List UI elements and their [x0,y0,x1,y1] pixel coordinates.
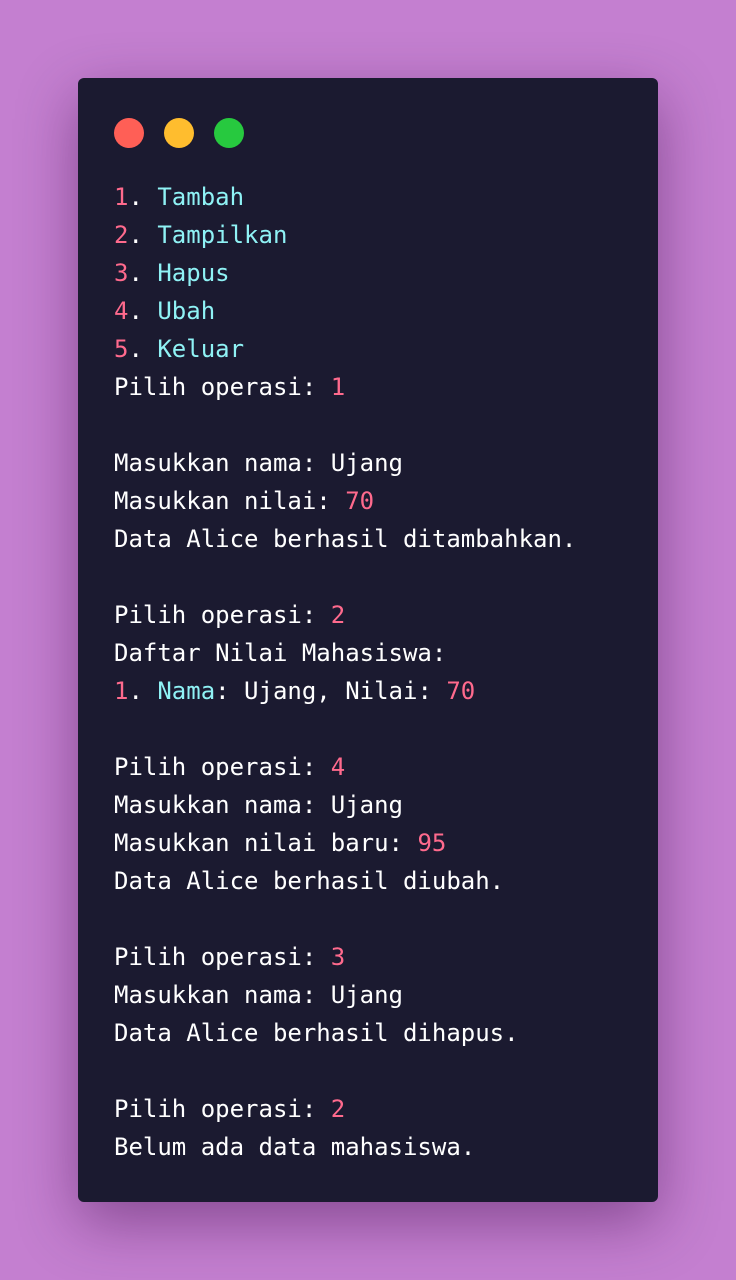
window-controls [114,118,244,148]
console-token-text: Pilih operasi: [114,1095,331,1123]
console-token-text: . [128,183,158,211]
console-output: 1. Tambah 2. Tampilkan 3. Hapus 4. Ubah 5. K… [114,178,638,1166]
console-token-text: : Ujang, Nilai: [215,677,447,705]
console-token-text: Pilih operasi: [114,373,331,401]
console-token-number: 2 [330,601,346,629]
console-token-text: Masukkan nama: Ujang [114,791,403,819]
console-line: 3. Hapus [114,254,638,292]
console-line: Masukkan nama: Ujang [114,444,638,482]
console-token-text: Data Alice berhasil dihapus. [114,1019,519,1047]
close-dot[interactable] [114,118,144,148]
console-line: 1. Nama: Ujang, Nilai: 70 [114,672,638,710]
console-token-keyword: Keluar [157,335,245,363]
console-line: 4. Ubah [114,292,638,330]
minimize-dot[interactable] [164,118,194,148]
console-token-number: 4 [114,297,129,325]
console-line: Masukkan nama: Ujang [114,976,638,1014]
console-token-number: 70 [345,487,375,515]
console-line: Pilih operasi: 1 [114,368,638,406]
console-line: 5. Keluar [114,330,638,368]
console-token-text: Data Alice berhasil diubah. [114,867,505,895]
console-line: Masukkan nama: Ujang [114,786,638,824]
console-token-number: 1 [114,183,129,211]
console-token-keyword: Ubah [157,297,216,325]
console-token-number: 2 [330,1095,346,1123]
console-line: 2. Tampilkan [114,216,638,254]
console-token-text: Daftar Nilai Mahasiswa: [114,639,447,667]
console-token-number: 95 [417,829,447,857]
console-token-text: . [128,221,158,249]
console-line: Pilih operasi: 2 [114,1090,638,1128]
terminal-window: 1. Tambah 2. Tampilkan 3. Hapus 4. Ubah 5. K… [78,78,658,1202]
console-line: Pilih operasi: 4 [114,748,638,786]
console-token-number: 2 [114,221,129,249]
console-token-keyword: Nama [157,677,216,705]
console-token-number: 1 [114,677,129,705]
console-token-text: Pilih operasi: [114,753,331,781]
console-token-number: 4 [330,753,346,781]
console-token-text: . [128,677,158,705]
console-line: Masukkan nilai baru: 95 [114,824,638,862]
console-token-text: . [128,335,158,363]
console-token-number: 3 [330,943,346,971]
console-token-text: Belum ada data mahasiswa. [114,1133,476,1161]
console-line: Belum ada data mahasiswa. [114,1128,638,1166]
maximize-dot[interactable] [214,118,244,148]
console-token-text: . [128,259,158,287]
console-line: Data Alice berhasil diubah. [114,862,638,900]
console-line: Pilih operasi: 2 [114,596,638,634]
console-line: Pilih operasi: 3 [114,938,638,976]
console-token-text: . [128,297,158,325]
console-line: Daftar Nilai Mahasiswa: [114,634,638,672]
console-token-keyword: Tambah [157,183,245,211]
console-token-number: 70 [446,677,476,705]
console-token-text: Masukkan nama: Ujang [114,449,403,477]
console-token-keyword: Hapus [157,259,230,287]
console-token-text: Pilih operasi: [114,601,331,629]
console-token-text: Pilih operasi: [114,943,331,971]
console-token-text: Masukkan nilai: [114,487,346,515]
console-token-text: Data Alice berhasil ditambahkan. [114,525,577,553]
console-token-keyword: Tampilkan [157,221,288,249]
console-line: Masukkan nilai: 70 [114,482,638,520]
console-token-number: 3 [114,259,129,287]
console-token-number: 1 [330,373,346,401]
console-line: Data Alice berhasil dihapus. [114,1014,638,1052]
console-token-number: 5 [114,335,129,363]
console-token-text: Masukkan nilai baru: [114,829,418,857]
console-line: Data Alice berhasil ditambahkan. [114,520,638,558]
console-line: 1. Tambah [114,178,638,216]
console-token-text: Masukkan nama: Ujang [114,981,403,1009]
